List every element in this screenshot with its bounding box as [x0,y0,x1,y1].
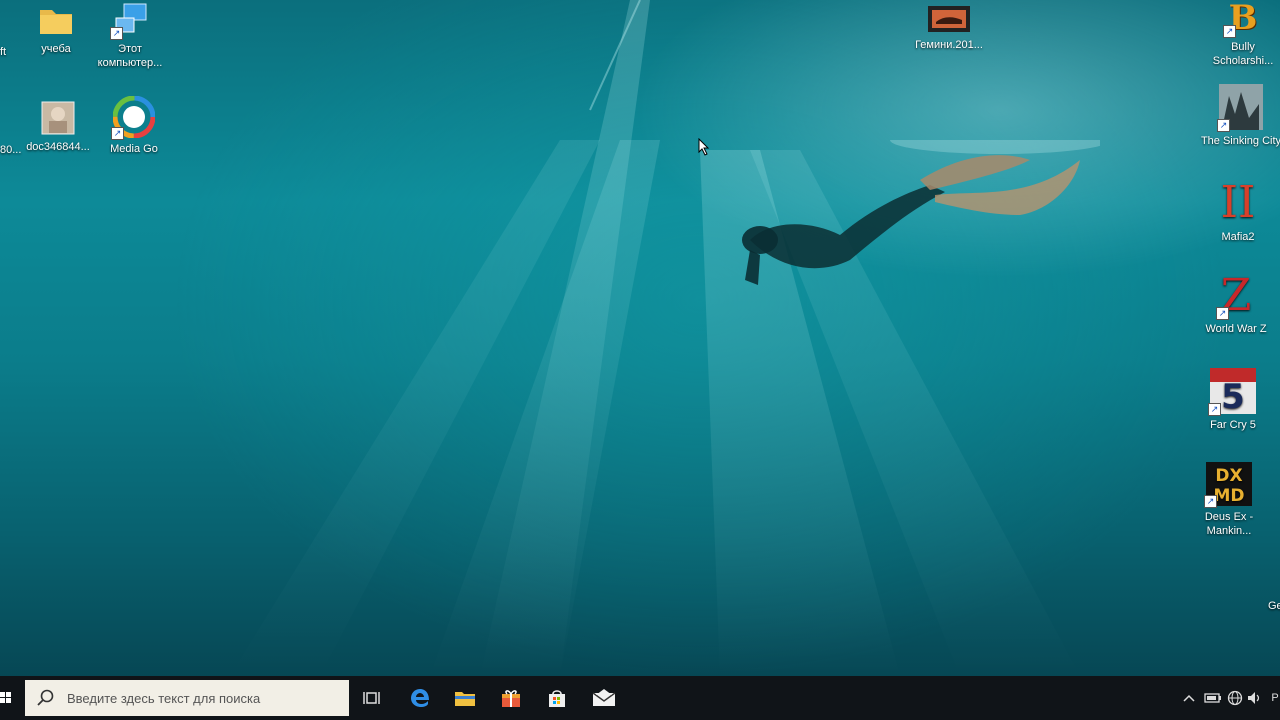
mafia2-icon: II [1220,177,1256,228]
start-button[interactable] [0,676,22,720]
store-button[interactable] [537,680,577,716]
shortcut-arrow-icon: ↗ [1208,403,1221,416]
volume-icon [1248,692,1260,704]
file-explorer-icon [455,692,475,706]
desktop-icon-world-war-z[interactable]: Z ↗ World War Z [1195,274,1277,336]
deus-ex-icon: DX MD ↗ [1204,462,1252,508]
svg-text:MD: MD [1213,486,1244,506]
desktop-icon-mafia2[interactable]: II Mafia2 [1197,180,1279,244]
edge-icon [411,689,429,707]
edge-button[interactable] [400,680,440,716]
gift-icon [502,690,520,707]
desktop-icon-gemini-video[interactable]: Гемини.201... [908,4,990,52]
partial-icon-label[interactable]: Ge [1268,600,1280,612]
search-placeholder: Введите здесь текст для поиска [67,690,261,706]
computer-icon: ↗ [110,2,148,40]
network-button[interactable] [1225,676,1245,720]
partial-icon-label[interactable]: ft [0,46,6,58]
volume-button[interactable] [1246,676,1264,720]
taskbar-search-box[interactable]: Введите здесь текст для поиска [25,680,349,716]
battery-icon [1204,693,1221,703]
world-war-z-icon: Z ↗ [1216,274,1254,320]
image-file-icon [40,100,76,136]
shortcut-arrow-icon: ↗ [1217,119,1230,132]
mouse-cursor-icon [698,138,710,156]
network-icon [1227,690,1243,706]
tray-overflow-button[interactable] [1180,676,1198,720]
mail-button[interactable] [584,680,624,716]
shortcut-arrow-icon: ↗ [110,27,123,40]
far-cry-5-icon: 5 ↗ [1208,368,1256,417]
desktop-icon-far-cry-5[interactable]: 5 ↗ Far Cry 5 [1192,368,1274,432]
desktop-icon-bully[interactable]: B ↗ Bully Scholarshi... [1202,0,1280,68]
windows-logo-icon [0,692,11,703]
desktop-icon-deus-ex[interactable]: DX MD ↗ Deus Ex - Mankin... [1188,462,1270,538]
sinking-city-icon: ↗ [1217,84,1263,132]
desktop-icon-ucheba[interactable]: учеба [15,2,97,56]
shortcut-arrow-icon: ↗ [1216,307,1229,320]
shortcut-arrow-icon: ↗ [1223,25,1236,38]
file-explorer-button[interactable] [445,680,485,716]
media-go-icon: ↗ [111,95,156,140]
chevron-up-icon [1183,694,1195,702]
freediver-silhouette [742,140,1100,285]
desktop-icon-doc346844[interactable]: doc346844... [17,100,99,154]
desktop-icon-media-go[interactable]: ↗ Media Go [93,95,175,156]
gift-app-button[interactable] [491,680,531,716]
battery-button[interactable] [1202,676,1224,720]
language-indicator[interactable]: P [1270,676,1280,720]
taskbar: Введите здесь текст для поиска P [0,676,1280,720]
svg-text:5: 5 [1221,377,1245,414]
mail-icon [592,689,616,706]
task-view-icon [363,692,380,704]
desktop-icon-sinking-city[interactable]: ↗ The Sinking City [1200,84,1280,148]
folder-icon [38,2,74,38]
desktop-icon-this-pc[interactable]: ↗ Этот компьютер... [89,2,171,70]
svg-text:DX: DX [1215,466,1242,486]
shortcut-arrow-icon: ↗ [1204,495,1217,508]
bully-icon: B ↗ [1223,0,1261,38]
video-file-icon [928,4,970,34]
wallpaper-light-rays [230,0,1080,676]
store-icon [549,690,565,707]
shortcut-arrow-icon: ↗ [111,127,124,140]
task-view-button[interactable] [352,680,392,716]
search-icon [37,689,54,706]
